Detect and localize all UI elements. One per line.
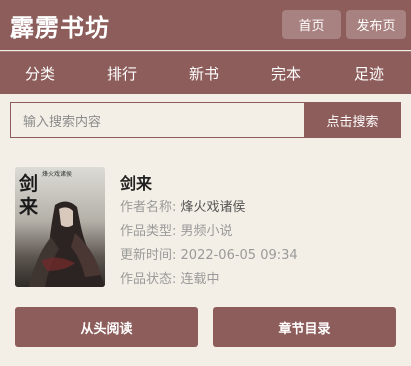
status-value: 连载中 — [180, 272, 220, 287]
cover-title-text: 剑来 — [19, 173, 39, 218]
chapter-list-button[interactable]: 章节目录 — [213, 307, 396, 347]
search-input[interactable]: 输入搜索内容 — [10, 102, 304, 138]
type-row: 作品类型: 男频小说 — [120, 220, 233, 239]
nav-item-completed[interactable]: 完本 — [271, 63, 301, 84]
home-button[interactable]: 首页 — [282, 10, 341, 39]
status-row: 作品状态: 连载中 — [120, 268, 220, 287]
site-title[interactable]: 霹雳书坊 — [10, 8, 110, 43]
main-nav: 分类 排行 新书 完本 足迹 — [0, 51, 411, 94]
updated-label: 更新时间: — [120, 248, 177, 263]
nav-item-history[interactable]: 足迹 — [354, 63, 384, 84]
book-title[interactable]: 剑来 — [120, 170, 152, 194]
cover-author-text: 烽火戏诸侯 — [42, 171, 73, 178]
author-row: 作者名称: 烽火戏诸侯 — [120, 196, 246, 215]
author-label: 作者名称: — [120, 200, 177, 215]
search-placeholder: 输入搜索内容 — [23, 114, 102, 130]
nav-item-new-books[interactable]: 新书 — [189, 63, 219, 84]
header-bar: 霹雳书坊 首页 发布页 — [0, 0, 411, 50]
nav-item-category[interactable]: 分类 — [25, 63, 55, 84]
updated-value: 2022-06-05 09:34 — [180, 248, 298, 263]
book-cover[interactable]: 剑来 烽火戏诸侯 — [15, 167, 105, 287]
read-from-start-button[interactable]: 从头阅读 — [15, 307, 198, 347]
author-value[interactable]: 烽火戏诸侯 — [181, 200, 246, 215]
nav-item-ranking[interactable]: 排行 — [107, 63, 137, 84]
type-value: 男频小说 — [180, 224, 233, 239]
publish-page-button[interactable]: 发布页 — [346, 10, 406, 39]
updated-row: 更新时间: 2022-06-05 09:34 — [120, 244, 298, 263]
type-label: 作品类型: — [120, 224, 177, 239]
search-button[interactable]: 点击搜索 — [304, 102, 401, 138]
status-label: 作品状态: — [120, 272, 177, 287]
